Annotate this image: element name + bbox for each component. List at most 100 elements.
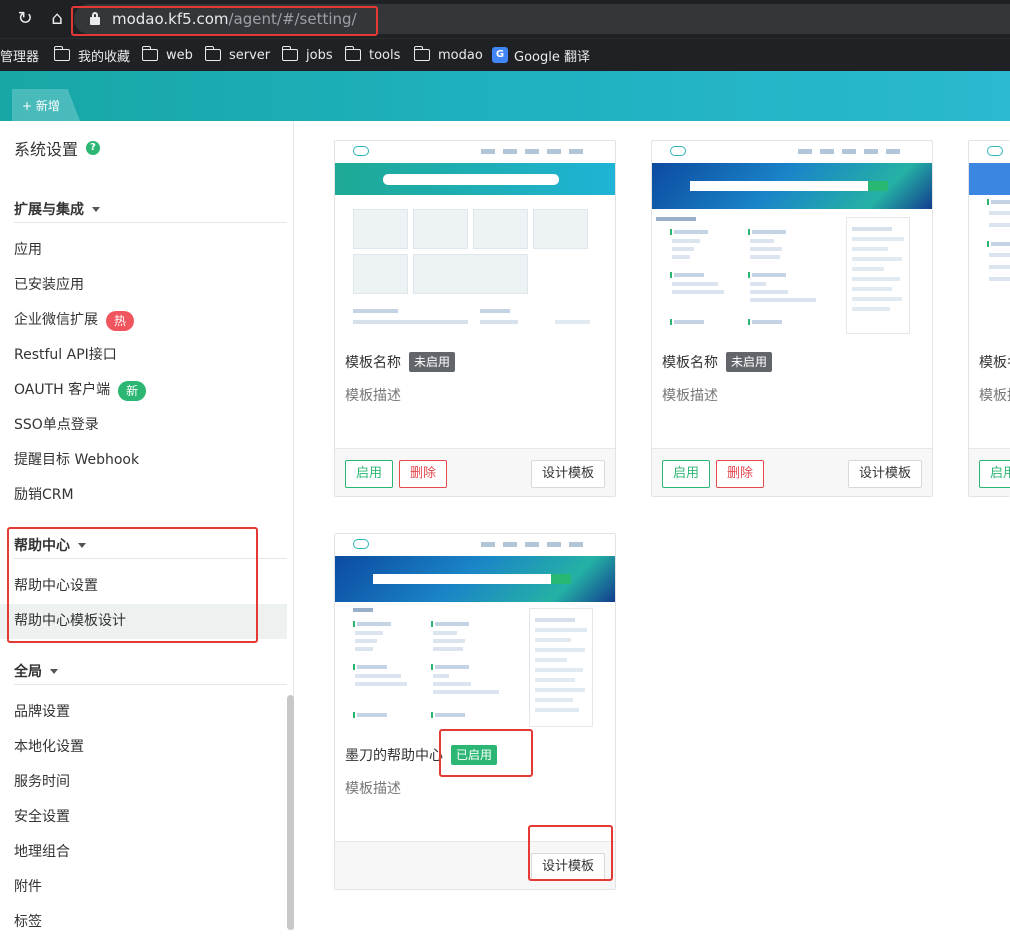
preview-banner (969, 163, 1010, 195)
google-translate-icon: G (492, 47, 508, 63)
sidebar-item-oauth[interactable]: OAUTH 客户端新 (0, 373, 287, 408)
preview-banner (652, 163, 932, 209)
template-preview[interactable] (969, 141, 1010, 334)
sidebar-item-geo[interactable]: 地理组合 (0, 835, 287, 870)
design-button-highlight-annotation (528, 825, 613, 881)
bookmark-folder[interactable]: jobs (281, 45, 333, 65)
cloud-logo-icon (987, 146, 1003, 156)
design-template-button[interactable]: 设计模板 (530, 460, 605, 488)
bookmark-label: Google 翻译 (514, 49, 590, 65)
template-card: 模板名称 未启用 模板描述 启用 删除 设计模板 (334, 140, 616, 497)
sidebar-item-label: 本地化设置 (14, 739, 84, 755)
sidebar-item-security[interactable]: 安全设置 (0, 800, 287, 835)
bookmarks-bar: 管理器 我的收藏 web server jobs tools modao G Go… (0, 38, 1010, 71)
design-template-button[interactable]: 设计模板 (847, 460, 922, 488)
folder-icon (141, 46, 158, 61)
sidebar-item-label: 标签 (14, 914, 42, 930)
sidebar-item-label: 服务时间 (14, 774, 70, 790)
template-card: 模板名称 未启用 模板描述 启用 删除 设计模板 (651, 140, 933, 497)
template-preview[interactable] (335, 534, 615, 727)
sidebar-item-label: OAUTH 客户端 (14, 382, 111, 398)
sidebar-item-apps[interactable]: 应用 (0, 233, 287, 268)
sidebar-item-wework[interactable]: 企业微信扩展热 (0, 303, 287, 338)
bookmark-item[interactable]: 管理器 (0, 45, 39, 65)
sidebar-item-label: 安全设置 (14, 809, 70, 825)
card-title: 模板名称 (979, 352, 1010, 372)
card-footer: 启用 删除 设计模板 (335, 448, 615, 496)
divider (14, 222, 287, 223)
card-footer: 启用 (969, 448, 1010, 496)
reload-icon[interactable]: ↻ (14, 8, 36, 30)
sidebar-item-label: SSO单点登录 (14, 417, 99, 433)
help-icon[interactable]: ? (86, 141, 101, 155)
group-label: 扩展与集成 (14, 202, 84, 218)
sidebar-scrollbar[interactable] (287, 695, 294, 930)
delete-button[interactable]: 删除 (399, 460, 448, 488)
sidebar-item-attachments[interactable]: 附件 (0, 870, 287, 905)
card-title-text: 模板名称 (979, 355, 1010, 371)
group-label: 全局 (14, 664, 42, 680)
folder-icon (413, 46, 430, 61)
sidebar-item-label: 应用 (14, 242, 42, 258)
sidebar-item-service-hours[interactable]: 服务时间 (0, 765, 287, 800)
cloud-logo-icon (670, 146, 686, 156)
card-title-text: 墨刀的帮助中心 (345, 748, 443, 764)
bookmark-folder[interactable]: server (204, 45, 270, 65)
settings-sidebar: 系统设置? 扩展与集成 应用 已安装应用 企业微信扩展热 Restful API… (0, 121, 294, 930)
group-header-extensions[interactable]: 扩展与集成 (14, 199, 100, 219)
bookmark-label: jobs (306, 47, 333, 63)
bookmark-folder[interactable]: tools (344, 45, 401, 65)
card-description: 模板描述 (345, 388, 401, 404)
card-title-text: 模板名称 (662, 355, 718, 371)
sidebar-item-label: 企业微信扩展 (14, 312, 98, 328)
new-badge: 新 (118, 380, 147, 401)
template-preview[interactable] (335, 141, 615, 334)
app-header: + 新增 (0, 71, 1010, 121)
cloud-logo-icon (353, 146, 369, 156)
bookmark-folder[interactable]: modao (413, 45, 483, 65)
sidebar-item-webhook[interactable]: 提醒目标 Webhook (0, 443, 287, 478)
home-icon[interactable]: ⌂ (46, 8, 68, 30)
sidebar-item-label: 地理组合 (14, 844, 70, 860)
folder-icon (344, 46, 361, 61)
sidebar-item-sso[interactable]: SSO单点登录 (0, 408, 287, 443)
bookmark-label: web (166, 47, 193, 63)
group-header-global[interactable]: 全局 (14, 661, 58, 681)
sidebar-item-label: 提醒目标 Webhook (14, 452, 140, 468)
url-highlight-annotation (71, 6, 378, 36)
bookmark-google-translate[interactable]: G Google 翻译 (492, 45, 590, 65)
sidebar-item-label: 已安装应用 (14, 277, 84, 293)
template-preview[interactable] (652, 141, 932, 334)
enable-button[interactable]: 启用 (662, 460, 711, 488)
card-footer: 启用 删除 设计模板 (652, 448, 932, 496)
folder-icon (53, 46, 70, 61)
cloud-logo-icon (353, 539, 369, 549)
sidebar-highlight-annotation (7, 527, 258, 643)
sidebar-item-tags[interactable]: 标签 (0, 905, 287, 940)
bookmark-label: modao (438, 47, 483, 63)
sidebar-item-label: 附件 (14, 879, 42, 895)
sidebar-item-brand[interactable]: 品牌设置 (0, 695, 287, 730)
bookmark-folder[interactable]: 我的收藏 (53, 45, 131, 65)
card-title: 模板名称 未启用 (662, 352, 773, 372)
new-tab-button[interactable]: + 新增 (12, 89, 80, 121)
bookmark-label: tools (369, 47, 401, 63)
folder-icon (204, 46, 221, 61)
sidebar-item-label: 励销CRM (14, 487, 74, 503)
card-description: 模板描述 (662, 388, 718, 404)
enable-button[interactable]: 启用 (979, 460, 1010, 488)
bookmark-folder[interactable]: web (141, 45, 193, 65)
bookmark-label: 管理器 (0, 49, 40, 65)
caret-down-icon (92, 206, 100, 212)
sidebar-item-crm[interactable]: 励销CRM (0, 478, 287, 513)
new-tab-label: + 新增 (22, 99, 60, 113)
delete-button[interactable]: 删除 (716, 460, 765, 488)
sidebar-item-installed-apps[interactable]: 已安装应用 (0, 268, 287, 303)
bookmark-label: 我的收藏 (78, 49, 131, 65)
enable-button[interactable]: 启用 (345, 460, 394, 488)
sidebar-item-label: 品牌设置 (14, 704, 70, 720)
sidebar-item-restful-api[interactable]: Restful API接口 (0, 338, 287, 373)
sidebar-item-localization[interactable]: 本地化设置 (0, 730, 287, 765)
sidebar-title: 系统设置? (14, 136, 101, 160)
card-title-text: 模板名称 (345, 355, 401, 371)
